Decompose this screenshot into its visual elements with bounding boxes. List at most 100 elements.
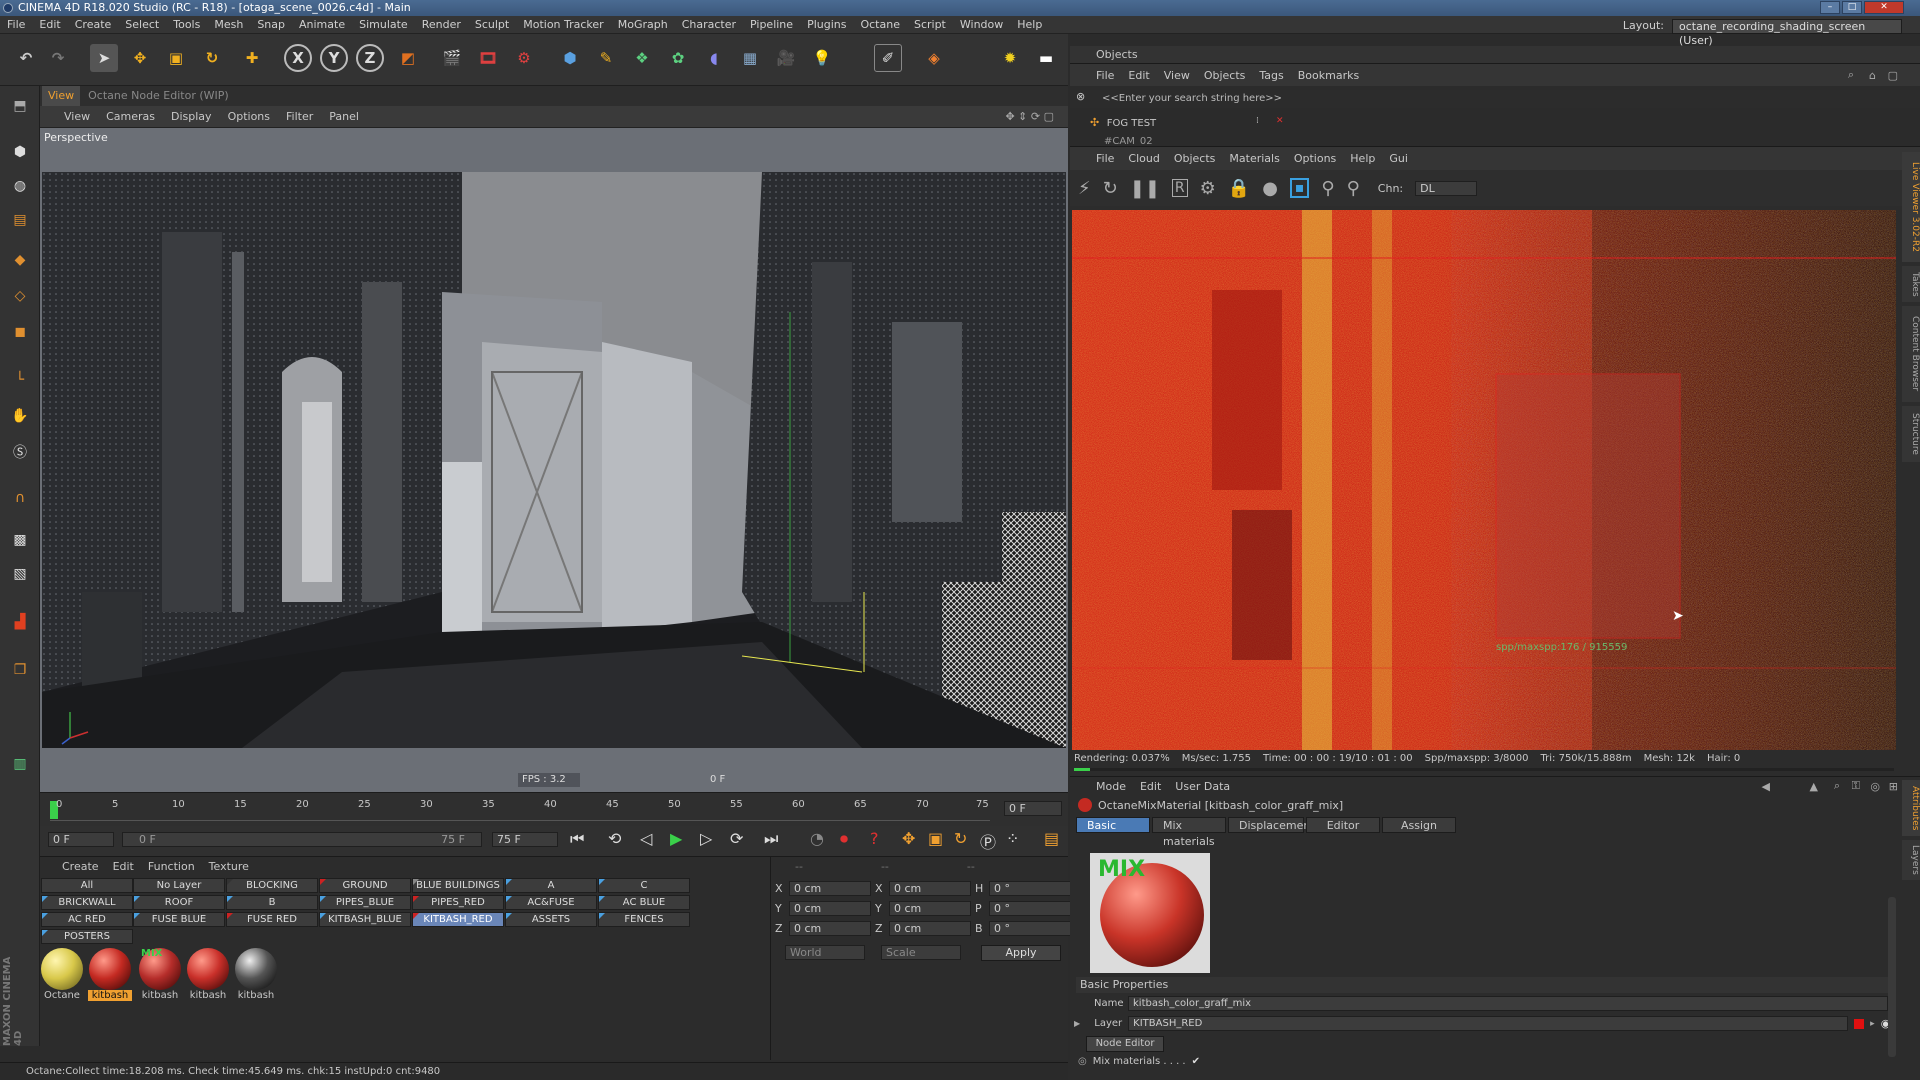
pause-render-icon[interactable]: ❚❚ — [1130, 178, 1160, 199]
lv-menu-file[interactable]: File — [1096, 152, 1114, 165]
key-position-icon[interactable]: ✥ — [902, 829, 915, 848]
layer-filter-blue-buildings[interactable]: BLUE BUILDINGS — [412, 878, 504, 893]
region-select-icon[interactable]: ▪ — [1289, 178, 1310, 198]
play-icon[interactable]: ▶ — [670, 829, 682, 848]
menu-mesh[interactable]: Mesh — [207, 16, 250, 34]
layer-filter-assets[interactable]: ASSETS — [505, 912, 597, 927]
name-field[interactable]: kitbash_color_graff_mix — [1128, 996, 1888, 1011]
sculpt-icon[interactable]: ◈ — [920, 44, 948, 72]
layer-filter-pipes-blue[interactable]: PIPES_BLUE — [319, 895, 411, 910]
side-tab-layers[interactable]: Layers — [1902, 840, 1920, 880]
new-panel-icon[interactable]: ▢ — [1888, 69, 1898, 82]
material-swatch[interactable]: MIX kitbash — [138, 948, 182, 1004]
light-icon[interactable]: 💡 — [808, 44, 836, 72]
attr-settings-icon[interactable]: ◎ — [1870, 780, 1880, 793]
last-tool-icon[interactable]: ✚ — [238, 44, 266, 72]
layer-expand-icon[interactable]: ▶ — [1074, 1019, 1080, 1028]
layer-menu-icon[interactable]: ▸ — [1870, 1019, 1875, 1029]
mat-menu-edit[interactable]: Edit — [113, 860, 134, 873]
position-x-field[interactable]: 0 cm — [789, 881, 871, 896]
menu-window[interactable]: Window — [953, 16, 1010, 34]
layer-filter-ac-blue[interactable]: AC BLUE — [598, 895, 690, 910]
key-rotation-icon[interactable]: ↻ — [954, 829, 967, 848]
menu-mograph[interactable]: MoGraph — [611, 16, 675, 34]
layer-filter-posters[interactable]: POSTERS — [41, 929, 133, 944]
viewport-menu-filter[interactable]: Filter — [278, 106, 321, 128]
tab-assign[interactable]: Assign — [1382, 817, 1456, 833]
search-icon[interactable]: ⌕ — [1848, 68, 1854, 82]
start-frame-field[interactable]: 0 F — [48, 832, 114, 847]
tab-view[interactable]: View — [42, 86, 81, 106]
rotation-b-field[interactable]: 0 ° — [989, 921, 1071, 936]
object-row[interactable]: #CAM_02 — [1090, 134, 1910, 144]
size-x-field[interactable]: 0 cm — [889, 881, 971, 896]
layer-filter-c[interactable]: C — [598, 878, 690, 893]
menu-pipeline[interactable]: Pipeline — [743, 16, 800, 34]
delete-tag-icon[interactable]: ✕ — [1276, 116, 1284, 126]
objects-menu-edit[interactable]: Edit — [1128, 69, 1149, 82]
objects-search-input[interactable]: <<Enter your search string here>> — [1102, 90, 1282, 108]
next-frame-icon[interactable]: ▷ — [700, 829, 712, 848]
close-search-icon[interactable]: ⊗ — [1076, 90, 1085, 103]
objects-menu-file[interactable]: File — [1096, 69, 1114, 82]
menu-motion-tracker[interactable]: Motion Tracker — [516, 16, 610, 34]
lv-menu-options[interactable]: Options — [1294, 152, 1336, 165]
viewport-menu-cameras[interactable]: Cameras — [98, 106, 163, 128]
pen-spline-icon[interactable]: ✎ — [592, 44, 620, 72]
region-render-icon[interactable]: R — [1171, 179, 1188, 197]
attr-search-icon[interactable]: ⌕ — [1834, 779, 1840, 793]
loop-icon[interactable]: ⟲ — [608, 829, 621, 848]
menu-script[interactable]: Script — [907, 16, 953, 34]
size-y-field[interactable]: 0 cm — [889, 901, 971, 916]
menu-file[interactable]: File — [0, 16, 32, 34]
mat-menu-texture[interactable]: Texture — [209, 860, 249, 873]
preview-range-slider[interactable]: 0 F 75 F — [122, 832, 482, 847]
octane-tool-icon[interactable]: ▟ — [5, 608, 35, 636]
lv-settings-icon[interactable]: ⚙ — [1200, 178, 1216, 199]
viewport-menu-panel[interactable]: Panel — [321, 106, 367, 128]
lv-menu-materials[interactable]: Materials — [1229, 152, 1279, 165]
layer-filter-all[interactable]: All — [41, 878, 133, 893]
autokey-icon[interactable]: ? — [870, 829, 879, 848]
menu-simulate[interactable]: Simulate — [352, 16, 415, 34]
material-swatch-selected[interactable]: kitbash — [88, 948, 132, 1004]
send-scene-icon[interactable]: ⚡ — [1078, 178, 1091, 199]
viewport-menu-display[interactable]: Display — [163, 106, 220, 128]
current-frame-field[interactable]: 0 F — [1004, 801, 1062, 816]
points-mode-icon[interactable]: ◆ — [5, 246, 35, 274]
side-tab-content-browser[interactable]: Content Browser — [1902, 306, 1920, 402]
sphere-preview-icon[interactable]: ● — [1262, 178, 1278, 199]
lock-icon[interactable]: 🔒 — [1228, 178, 1250, 199]
size-z-field[interactable]: 0 cm — [889, 921, 971, 936]
goto-start-icon[interactable]: ⏮ — [570, 829, 584, 849]
menu-create[interactable]: Create — [68, 16, 119, 34]
goto-end-icon[interactable]: ⏭ — [764, 829, 778, 849]
timeline-track[interactable]: 0 5 10 15 20 25 30 35 40 45 50 55 60 65 … — [50, 799, 990, 821]
mix-materials-checkbox[interactable]: ✔ — [1192, 1056, 1200, 1067]
axis-icon[interactable]: └ — [5, 366, 35, 394]
layer-filter-b[interactable]: B — [226, 895, 318, 910]
lv-menu-objects[interactable]: Objects — [1174, 152, 1216, 165]
model-mode-icon[interactable]: ⬢ — [5, 138, 35, 166]
rotation-p-field[interactable]: 0 ° — [989, 901, 1071, 916]
side-tab-takes[interactable]: Takes — [1902, 266, 1920, 302]
tab-editor[interactable]: Editor — [1306, 817, 1380, 833]
live-render-image[interactable]: spp/maxspp:176 / 915559 ➤ — [1072, 210, 1896, 750]
layer-manager-icon[interactable]: ▥ — [5, 750, 35, 778]
redo-icon[interactable]: ↷ — [44, 44, 72, 72]
mat-menu-create[interactable]: Create — [62, 860, 99, 873]
floor-icon[interactable]: ▦ — [736, 44, 764, 72]
layer-filter-blocking[interactable]: BLOCKING — [226, 878, 318, 893]
layer-filter-ac-red[interactable]: AC RED — [41, 912, 133, 927]
material-preview[interactable]: MIX — [1090, 853, 1210, 973]
menu-octane[interactable]: Octane — [853, 16, 907, 34]
key-scale-icon[interactable]: ▣ — [928, 829, 943, 848]
objects-menu-tags[interactable]: Tags — [1259, 69, 1283, 82]
scale-dropdown[interactable]: Scale — [881, 945, 961, 960]
layer-filter-ground[interactable]: GROUND — [319, 878, 411, 893]
world-dropdown[interactable]: World — [785, 945, 865, 960]
workplane-icon[interactable]: ▤ — [5, 206, 35, 234]
loop-forward-icon[interactable]: ⟳ — [730, 829, 743, 848]
maximize-button[interactable]: □ — [1842, 1, 1862, 14]
select-tool-icon[interactable]: ➤ — [90, 44, 118, 72]
